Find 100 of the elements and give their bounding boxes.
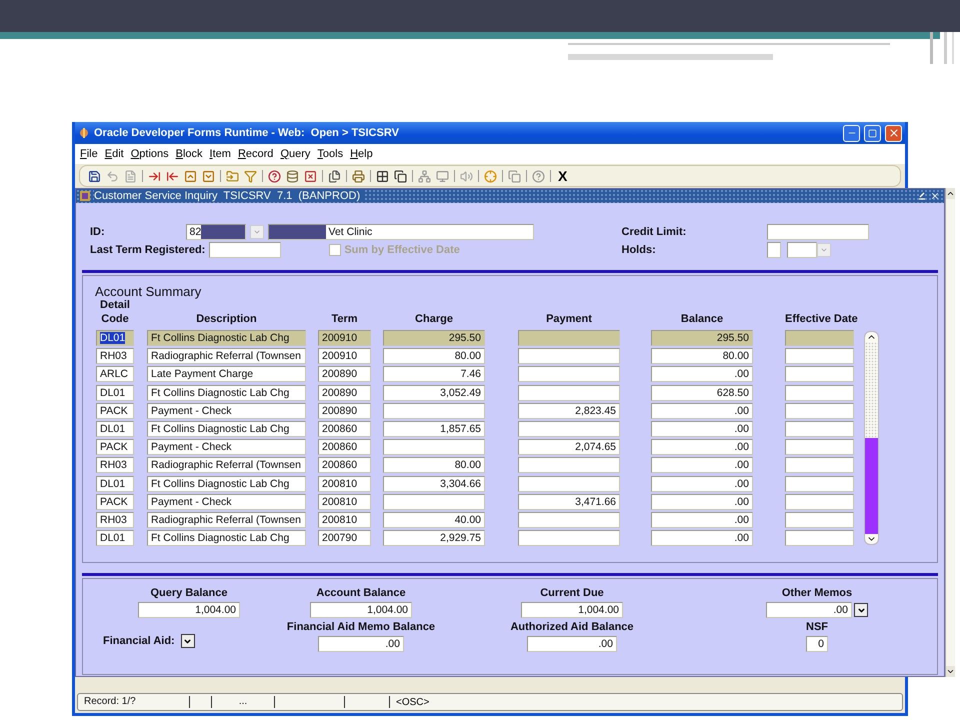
scroll-up-icon[interactable] xyxy=(946,189,955,198)
dropdown-button[interactable] xyxy=(180,634,195,648)
table-cell: RH03 xyxy=(96,348,134,364)
menu-item[interactable]: File xyxy=(80,148,98,160)
field-label: Last Term Registered: xyxy=(90,244,206,256)
table-cell: PACK xyxy=(96,439,134,456)
caret-icon xyxy=(820,246,828,254)
table-cell xyxy=(785,402,854,419)
minimize-button[interactable] xyxy=(843,124,860,142)
menu-item[interactable]: Edit xyxy=(104,148,124,160)
arrow-right-icon[interactable] xyxy=(148,170,161,182)
form-icon xyxy=(80,191,90,201)
table-cell: .00 xyxy=(651,402,753,419)
maximize-button[interactable] xyxy=(864,124,881,142)
table-cell: 200910 xyxy=(318,348,371,364)
amount-field[interactable]: .00 xyxy=(527,636,617,652)
table-cell: DL01 xyxy=(96,530,134,546)
question-icon[interactable] xyxy=(268,170,281,182)
minimize-icon[interactable] xyxy=(918,192,926,200)
folder-icon[interactable] xyxy=(226,170,239,182)
table-cell: 200810 xyxy=(318,476,371,492)
network-icon[interactable] xyxy=(418,170,431,182)
table-cell: 3,304.66 xyxy=(383,476,485,492)
menu-item[interactable]: Query xyxy=(280,148,310,160)
chevron-down-icon[interactable] xyxy=(202,170,215,182)
table-cell: Ft Collins Diagnostic Lab Chg xyxy=(147,530,306,546)
amount-field[interactable]: 1,004.00 xyxy=(310,602,412,618)
close-button[interactable] xyxy=(885,124,902,142)
table-cell: 2,823.45 xyxy=(518,402,620,419)
close-icon[interactable] xyxy=(930,191,940,201)
table-cell: .00 xyxy=(651,512,753,528)
table-cell: PACK xyxy=(96,494,134,510)
database-icon[interactable] xyxy=(286,170,299,182)
exit-button[interactable]: X xyxy=(556,168,570,184)
id-field[interactable]: 82 xyxy=(186,224,246,240)
caret-icon xyxy=(856,606,866,614)
window-icon[interactable] xyxy=(436,170,449,182)
scroll-down-icon[interactable] xyxy=(865,534,878,544)
table-cell: 200860 xyxy=(318,457,371,474)
table-cell: Ft Collins Diagnostic Lab Chg xyxy=(147,421,306,438)
scroll-up-icon[interactable] xyxy=(865,332,878,342)
copy-icon[interactable] xyxy=(394,170,407,182)
grid-icon[interactable] xyxy=(376,170,389,182)
table-cell: Payment - Check xyxy=(147,439,306,456)
column-header: Description xyxy=(195,312,258,327)
table-cell: .00 xyxy=(651,421,753,438)
menu-item[interactable]: Options xyxy=(130,148,169,160)
table-cell: Late Payment Charge xyxy=(147,366,306,382)
menu-item[interactable]: Help xyxy=(350,148,373,160)
field-label: Financial Aid: xyxy=(103,635,175,647)
status-text: ... xyxy=(212,696,275,708)
crosshair-icon[interactable] xyxy=(484,170,497,182)
table-cell: 2,074.65 xyxy=(518,439,620,456)
chevron-up-icon[interactable] xyxy=(184,170,197,182)
field-label: Other Memos xyxy=(782,587,852,599)
credit-limit-field[interactable] xyxy=(767,224,870,240)
name-field[interactable]: Vet Clinic xyxy=(268,224,534,240)
field-label: Holds: xyxy=(622,244,657,256)
status-text: Record: 1/? xyxy=(78,696,190,708)
menu-item[interactable]: Block xyxy=(176,148,203,160)
table-cell xyxy=(785,348,854,364)
table-cell xyxy=(785,421,854,438)
table-cell xyxy=(785,457,854,474)
menu-item[interactable]: Tools xyxy=(317,148,344,160)
amount-field[interactable]: 1,004.00 xyxy=(138,602,240,618)
scroll-down-icon[interactable] xyxy=(946,667,955,676)
last-term-field[interactable] xyxy=(209,242,282,258)
close-icon xyxy=(888,127,900,139)
table-cell xyxy=(785,330,854,346)
table-cell xyxy=(785,494,854,510)
printer-icon[interactable] xyxy=(352,170,365,182)
holds-type-field[interactable] xyxy=(787,242,818,258)
table-cell: Payment - Check xyxy=(147,494,306,510)
redaction-block xyxy=(200,225,245,239)
table-cell: Ft Collins Diagnostic Lab Chg xyxy=(147,384,306,401)
dropdown-button[interactable] xyxy=(854,603,868,617)
help-icon[interactable] xyxy=(532,170,545,182)
amount-field[interactable]: .00 xyxy=(766,602,852,618)
section-title: Account Summary xyxy=(94,283,202,299)
delete-icon[interactable] xyxy=(304,170,317,182)
table-cell: 2,929.75 xyxy=(383,530,485,546)
filter-icon[interactable] xyxy=(244,170,257,182)
amount-field[interactable]: 1,004.00 xyxy=(521,602,623,618)
save-icon[interactable] xyxy=(88,170,101,182)
scroll-thumb[interactable] xyxy=(865,342,878,438)
table-cell: 200790 xyxy=(318,530,371,546)
arrow-left-icon[interactable] xyxy=(166,170,179,182)
amount-field[interactable]: .00 xyxy=(318,636,404,652)
table-cell: ARLC xyxy=(96,366,134,382)
table-cell xyxy=(785,476,854,492)
table-cell: .00 xyxy=(651,366,753,382)
table-cell: Payment - Check xyxy=(147,402,306,419)
holds-field[interactable] xyxy=(767,242,782,258)
menu-item[interactable]: Record xyxy=(238,148,274,160)
table-cell: 80.00 xyxy=(383,348,485,364)
menu-item[interactable]: Item xyxy=(210,148,231,160)
documents-icon[interactable] xyxy=(328,170,341,182)
table-cell: 295.50 xyxy=(651,330,753,346)
nsf-field[interactable]: 0 xyxy=(806,636,828,652)
table-cell: 40.00 xyxy=(383,512,485,528)
